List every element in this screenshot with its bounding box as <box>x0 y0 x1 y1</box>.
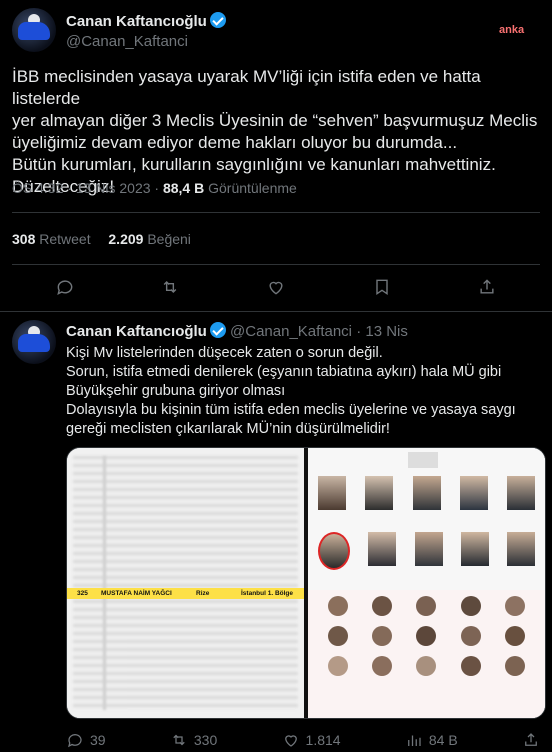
like-stat[interactable]: 1.814 <box>282 731 341 749</box>
avatar-bike <box>18 334 50 352</box>
round-portrait <box>416 656 437 676</box>
top-portrait <box>408 452 438 468</box>
portrait <box>459 476 488 510</box>
author-handle[interactable]: @Canan_Kaftanci <box>230 323 352 340</box>
round-portrait <box>372 626 393 646</box>
avatar[interactable] <box>12 320 56 364</box>
verified-icon <box>209 322 226 338</box>
candidate-list-document: 325 MUSTAFA NAİM YAĞCI Rize İstanbul 1. … <box>67 448 304 718</box>
author-name[interactable]: Canan Kaftancıoğlu <box>66 323 207 340</box>
portrait <box>318 476 346 510</box>
tweet-text-line: Sorun, istifa etmedi denilerek (eşyanın … <box>66 364 502 380</box>
portrait-row-1 <box>318 476 535 510</box>
round-portrait <box>416 596 437 616</box>
bookmark-icon[interactable] <box>371 276 393 298</box>
portrait <box>507 532 535 566</box>
retweets-count[interactable]: 308 <box>12 231 35 247</box>
avatar-bike <box>18 22 50 40</box>
anka-badge: anka <box>499 24 525 36</box>
retweet-count: 330 <box>193 732 218 748</box>
tweet-date[interactable]: · 13 Nis <box>356 323 408 340</box>
board-bottom-section <box>308 590 545 718</box>
round-portrait <box>504 656 525 676</box>
author-handle[interactable]: @Canan_Kaftanci <box>66 33 188 50</box>
tweet-text-line: Büyükşehir grubuna giriyor olması <box>66 383 286 399</box>
reply-icon[interactable] <box>54 276 76 298</box>
round-portrait <box>416 626 437 646</box>
tweet-text-line: yer almayan diğer 3 Meclis Üyesinin de “… <box>12 111 538 130</box>
round-portrait <box>504 626 525 646</box>
board-top-section <box>308 448 545 590</box>
round-portrait <box>504 596 525 616</box>
highlighted-row: 325 MUSTAFA NAİM YAĞCI Rize İstanbul 1. … <box>67 588 304 599</box>
reply-icon <box>68 734 82 748</box>
share-stat[interactable] <box>522 731 540 749</box>
tweet-text-line: Bütün kurumları, kurulların saygınlığını… <box>12 155 496 174</box>
avatar[interactable] <box>12 8 56 52</box>
tweet-text-line: Kişi Mv listelerinden düşecek zaten o so… <box>66 345 383 361</box>
row-name: MUSTAFA NAİM YAĞCI <box>101 590 172 597</box>
heart-icon <box>284 735 297 747</box>
round-portrait <box>460 596 481 616</box>
likes-count[interactable]: 2.209 <box>108 231 143 247</box>
blurred-list-rows <box>73 456 298 710</box>
views-label: Görüntülenme <box>208 180 297 196</box>
views-stat[interactable]: 84 B <box>405 731 458 749</box>
action-bar <box>12 275 540 299</box>
retweet-stat[interactable]: 330 <box>170 731 217 749</box>
likes-label[interactable]: Beğeni <box>147 231 191 247</box>
portrait <box>365 476 394 510</box>
views-count: 84 B <box>428 732 458 748</box>
round-portrait <box>328 596 349 616</box>
divider <box>12 212 540 213</box>
row-district: İstanbul 1. Bölge <box>241 590 294 597</box>
verified-icon <box>209 12 226 28</box>
row-city: Rize <box>196 590 210 597</box>
portrait <box>412 476 441 510</box>
circled-portrait <box>318 532 350 570</box>
views-icon <box>407 735 421 746</box>
round-portrait <box>460 656 481 676</box>
portrait-row-2 <box>318 532 535 570</box>
reply-stat[interactable]: 39 <box>66 731 106 749</box>
retweet-icon[interactable] <box>159 276 181 298</box>
portrait <box>414 532 443 566</box>
round-portrait <box>372 596 393 616</box>
reply-count: 39 <box>90 732 106 748</box>
author-name[interactable]: Canan Kaftancıoğlu <box>66 13 207 30</box>
round-portrait <box>328 656 349 676</box>
tweet-text-line: İBB meclisinden yasaya uyarak MV’liği iç… <box>12 67 481 108</box>
round-portrait <box>372 656 393 676</box>
portrait-grid <box>316 596 537 676</box>
heart-icon[interactable] <box>265 276 287 298</box>
share-icon <box>525 733 537 746</box>
engagement-stats: 308 Retweet 2.209 Beğeni <box>12 231 191 247</box>
views-count: 88,4 B <box>162 180 205 196</box>
portrait <box>368 532 397 566</box>
portrait <box>507 476 535 510</box>
like-count: 1.814 <box>305 732 341 748</box>
divider <box>0 311 552 312</box>
share-icon[interactable] <box>476 276 498 298</box>
reply-action-bar: 39 330 1.814 84 B <box>66 730 540 750</box>
retweets-label[interactable]: Retweet <box>39 231 90 247</box>
round-portrait <box>328 626 349 646</box>
round-portrait <box>460 626 481 646</box>
tweet-text-line: Dolayısıyla bu kişinin tüm istifa eden m… <box>66 402 516 418</box>
retweet-icon <box>173 734 185 746</box>
tweet-image[interactable]: 325 MUSTAFA NAİM YAĞCI Rize İstanbul 1. … <box>66 447 546 719</box>
portrait <box>460 532 489 566</box>
tweet-time[interactable]: ÖS 4:32 · 13 Nis 2023 · <box>12 180 159 196</box>
candidate-photo-board <box>308 448 545 718</box>
tweet-text-line: üyeliğimiz devam ediyor deme hakları olu… <box>12 133 458 152</box>
row-number: 325 <box>77 590 88 597</box>
tweet-text-line: gereği meclisten çıkarılarak MÜ’nin düşü… <box>66 421 390 437</box>
divider <box>12 264 540 265</box>
blurred-list-columns <box>103 456 106 710</box>
